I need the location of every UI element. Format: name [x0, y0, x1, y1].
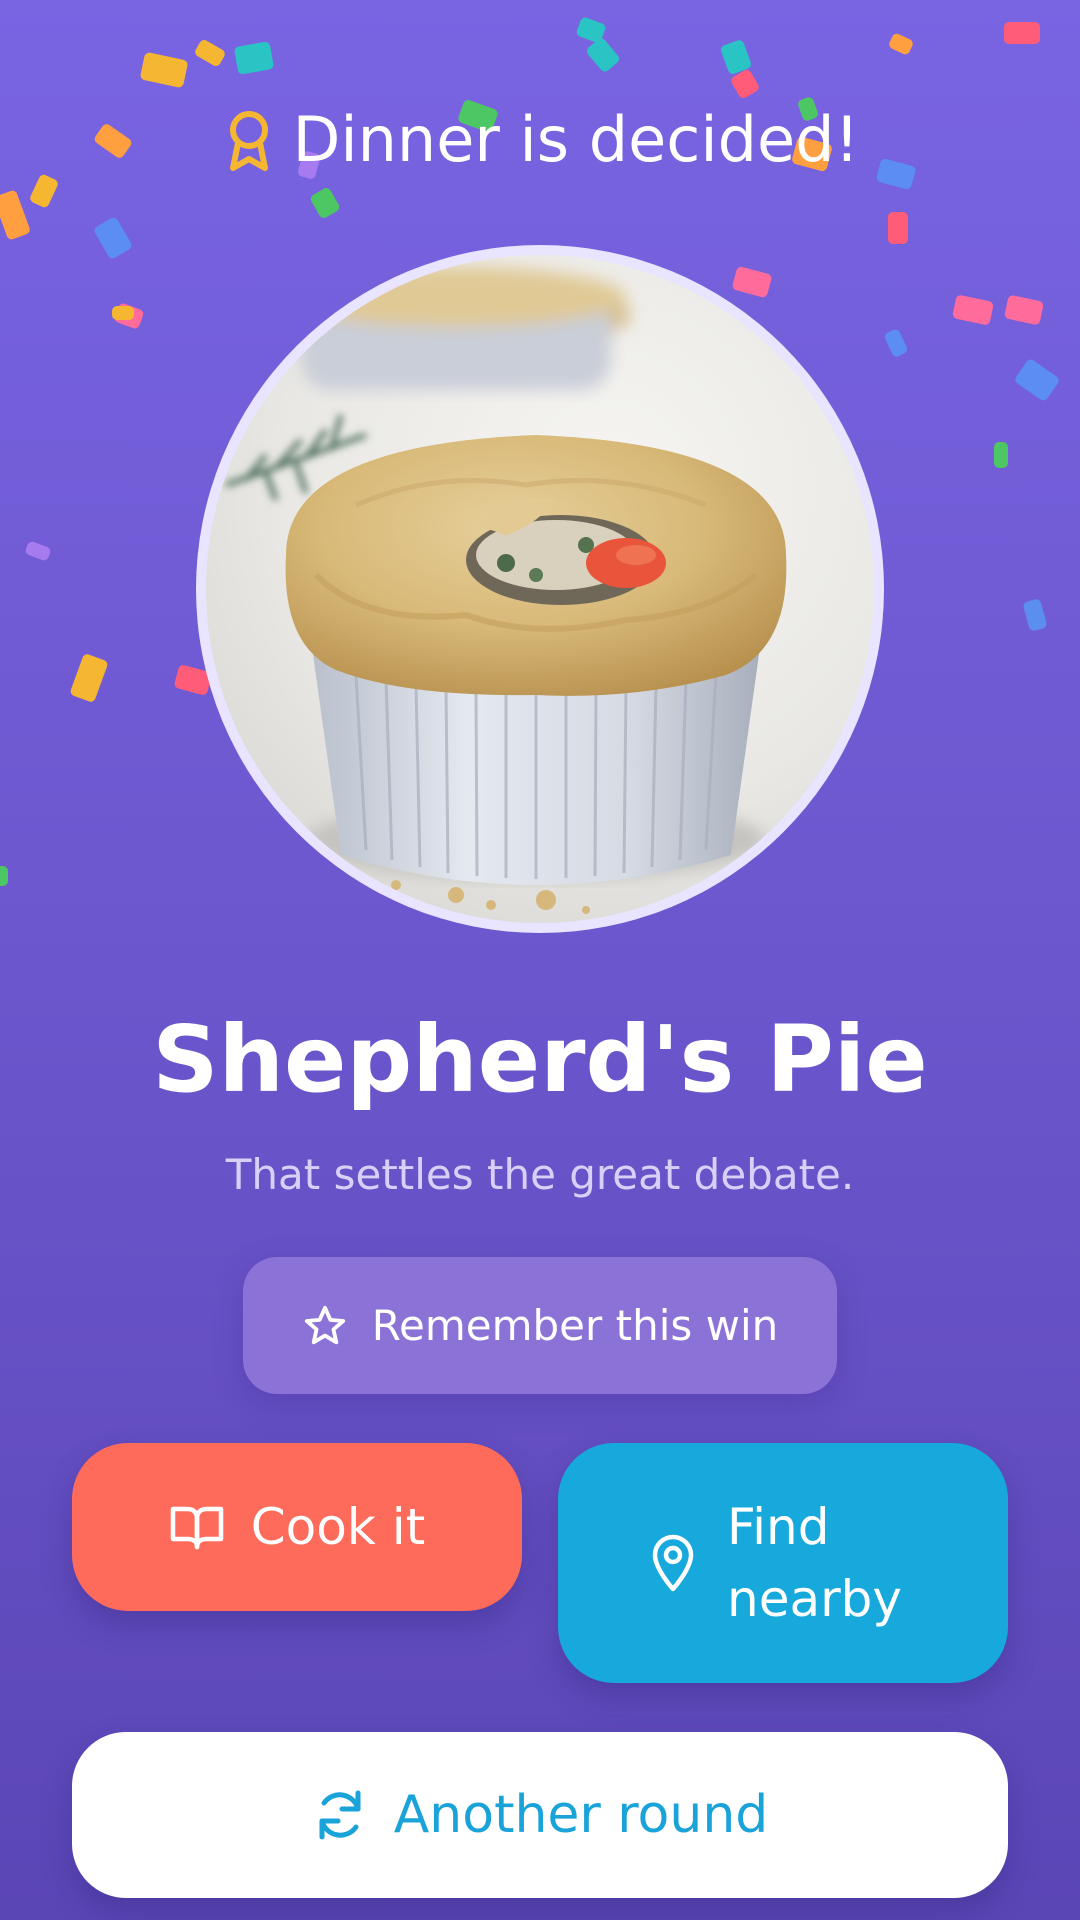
confetti-piece [1022, 598, 1048, 632]
another-round-button[interactable]: Another round [72, 1732, 1008, 1898]
find-nearby-button[interactable]: Find nearby [558, 1443, 1008, 1683]
confetti-piece [113, 302, 145, 330]
cook-it-button[interactable]: Cook it [72, 1443, 522, 1611]
dish-tagline: That settles the great debate. [225, 1150, 855, 1199]
star-icon [304, 1305, 345, 1344]
book-open-icon [170, 1506, 224, 1550]
confetti-piece [1013, 357, 1061, 403]
confetti-piece [233, 41, 275, 75]
confetti-piece [139, 51, 189, 89]
confetti-piece [1003, 294, 1045, 326]
confetti-piece [887, 32, 915, 56]
map-pin-icon [652, 1534, 694, 1592]
result-header: Dinner is decided! [0, 100, 1080, 180]
confetti-piece [731, 265, 773, 299]
confetti-piece [1004, 22, 1040, 44]
refresh-icon [319, 1790, 361, 1840]
another-round-label: Another round [393, 1785, 769, 1845]
find-nearby-label: Find nearby [727, 1498, 902, 1628]
cook-it-label: Cook it [250, 1498, 426, 1556]
confetti-piece [888, 212, 908, 244]
remember-win-label: Remember this win [371, 1301, 779, 1350]
result-screen: Dinner is decided! Shepherd's Pie That s… [0, 0, 1080, 1920]
confetti-piece [0, 866, 8, 886]
confetti-piece [883, 327, 909, 359]
confetti-piece [994, 442, 1008, 468]
remember-win-button[interactable]: Remember this win [243, 1257, 837, 1394]
confetti-piece [308, 186, 342, 220]
confetti-piece [719, 38, 753, 76]
confetti-piece [951, 294, 995, 326]
confetti-piece [24, 540, 52, 562]
dish-photo-frame [196, 245, 884, 933]
confetti-piece [92, 215, 134, 261]
confetti-piece [0, 189, 32, 241]
award-icon [229, 111, 268, 171]
confetti-piece [193, 38, 227, 68]
confetti-piece [575, 16, 607, 44]
header-title: Dinner is decided! [292, 103, 860, 176]
confetti-piece [729, 68, 761, 100]
confetti-piece [584, 36, 622, 74]
pot-pie-photo [206, 255, 874, 923]
dish-photo [206, 255, 874, 923]
confetti-piece [112, 306, 134, 320]
dish-name: Shepherd's Pie [152, 1006, 928, 1113]
confetti-piece [69, 652, 109, 704]
